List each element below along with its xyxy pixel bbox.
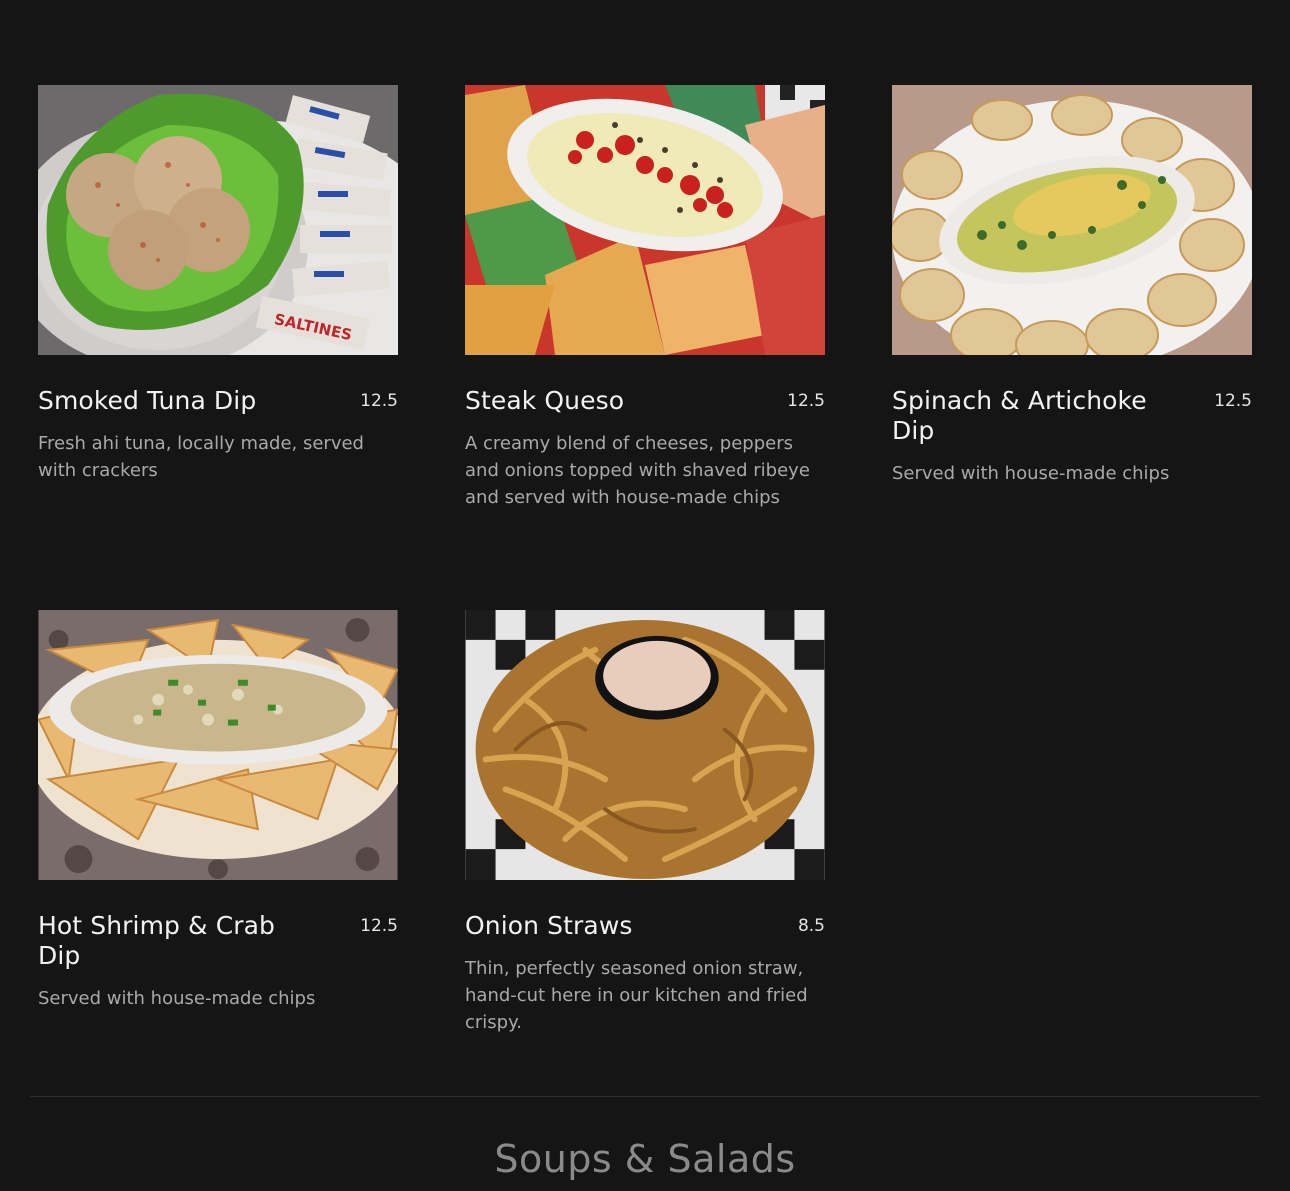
item-price: 8.5	[797, 916, 825, 936]
item-price: 12.5	[1214, 391, 1252, 411]
spinach-artichoke-dip-photo	[892, 85, 1252, 355]
item-header: Spinach & Artichoke Dip 12.5	[892, 386, 1252, 446]
item-header: Hot Shrimp & Crab Dip 12.5	[38, 911, 398, 971]
item-description: Served with house-made chips	[38, 988, 316, 1009]
item-name: Spinach & Artichoke Dip	[892, 386, 1147, 445]
section-divider	[30, 1096, 1260, 1097]
item-name: Smoked Tuna Dip	[38, 386, 257, 415]
item-description: Fresh ahi tuna, locally made, served wit…	[38, 433, 364, 481]
item-description: A creamy blend of cheeses, peppers and o…	[465, 433, 810, 508]
item-price: 12.5	[787, 391, 825, 411]
item-description: Thin, perfectly seasoned onion straw, ha…	[465, 958, 808, 1033]
item-header: Smoked Tuna Dip 12.5	[38, 386, 398, 416]
menu-item: SALTINES Smoked Tuna Dip 12.5 Fresh ahi …	[38, 85, 398, 484]
item-description: Served with house-made chips	[892, 463, 1170, 484]
hot-shrimp-crab-dip-photo	[38, 610, 398, 880]
smoked-tuna-dip-photo: SALTINES	[38, 85, 398, 355]
menu-item: Steak Queso 12.5 A creamy blend of chees…	[465, 85, 825, 511]
menu-item: Onion Straws 8.5 Thin, perfectly seasone…	[465, 610, 825, 1036]
menu-item: Hot Shrimp & Crab Dip 12.5 Served with h…	[38, 610, 398, 1012]
steak-queso-photo	[465, 85, 825, 355]
menu-page: SALTINES Smoked Tuna Dip 12.5 Fresh ahi …	[0, 0, 1290, 1191]
item-name: Steak Queso	[465, 386, 625, 415]
section-title-soups-salads: Soups & Salads	[494, 1137, 796, 1181]
item-header: Onion Straws 8.5	[465, 911, 825, 941]
item-name: Onion Straws	[465, 911, 633, 940]
item-header: Steak Queso 12.5	[465, 386, 825, 416]
item-name: Hot Shrimp & Crab Dip	[38, 911, 276, 970]
item-price: 12.5	[360, 391, 398, 411]
menu-item: Spinach & Artichoke Dip 12.5 Served with…	[892, 85, 1252, 487]
onion-straws-photo	[465, 610, 825, 880]
item-price: 12.5	[360, 916, 398, 936]
